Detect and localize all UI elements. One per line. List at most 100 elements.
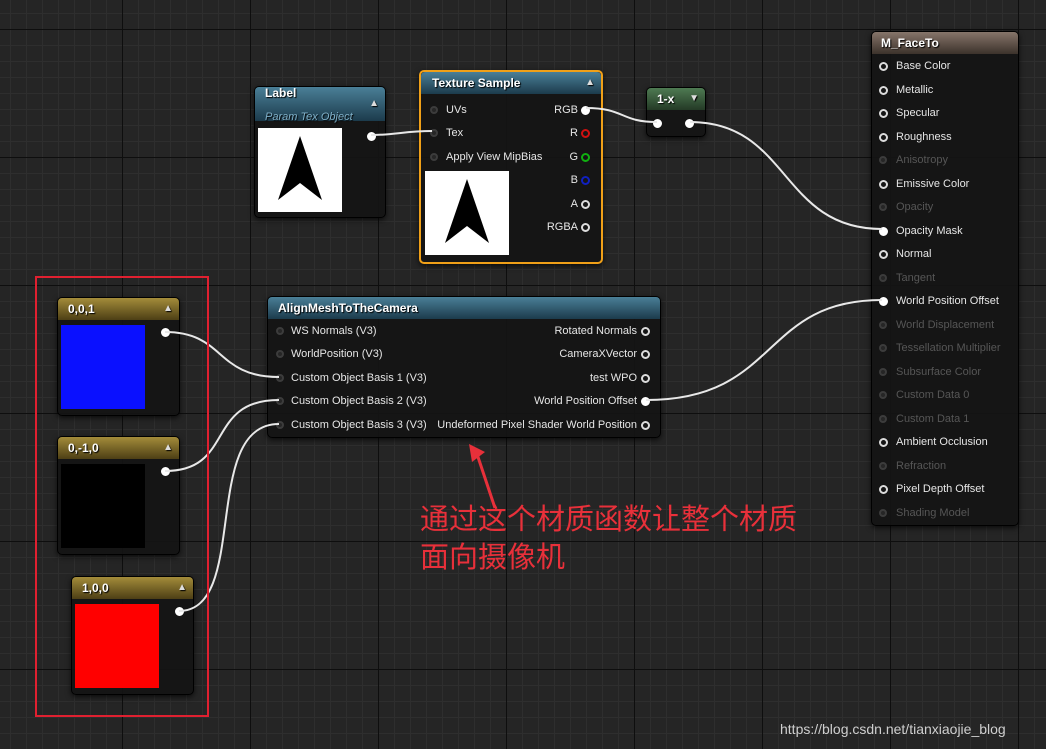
- basis3-input-pin[interactable]: [276, 421, 284, 429]
- align-mesh-node[interactable]: AlignMeshToTheCamera WS Normals (V3) Wor…: [267, 296, 661, 438]
- material-input-pin[interactable]: [879, 250, 888, 259]
- label-node[interactable]: Label Param Tex Object ▲: [254, 86, 386, 218]
- one-minus-node[interactable]: 1-x ▼: [646, 87, 706, 137]
- rotated-normals-output-label: Rotated Normals: [554, 325, 637, 337]
- material-input-label: Metallic: [896, 83, 934, 96]
- b-output-label: B: [570, 174, 578, 186]
- basis1-input-pin[interactable]: [276, 374, 284, 382]
- wpo-output-label: World Position Offset: [534, 395, 637, 407]
- b-output-pin[interactable]: [581, 176, 590, 185]
- tex-input-label: Tex: [446, 127, 464, 139]
- ws-normals-input-pin[interactable]: [276, 327, 284, 335]
- camera-x-vector-output-pin[interactable]: [641, 350, 650, 359]
- material-input-pin[interactable]: [879, 344, 887, 352]
- camera-x-vector-output-label: CameraXVector: [559, 348, 637, 360]
- align-mesh-title: AlignMeshToTheCamera: [278, 301, 418, 315]
- undeformed-output-pin[interactable]: [641, 421, 650, 430]
- annotation-line-2: 面向摄像机: [420, 540, 566, 574]
- texture-sample-header: Texture Sample ▲: [421, 72, 601, 94]
- rgba-output-pin[interactable]: [581, 223, 590, 232]
- one-minus-header: 1-x ▼: [647, 88, 705, 110]
- uvs-input-pin[interactable]: [430, 106, 438, 114]
- label-node-subtitle: Param Tex Object: [265, 111, 353, 123]
- basis1-input-label: Custom Object Basis 1 (V3): [291, 372, 427, 384]
- material-input-pin[interactable]: [879, 179, 888, 189]
- material-input-pin[interactable]: [879, 226, 888, 236]
- wire-oneminus-to-opacity-mask: [689, 121, 883, 230]
- material-input-label: Tangent: [896, 271, 936, 284]
- world-position-input-pin[interactable]: [276, 350, 284, 358]
- material-input-pin[interactable]: [879, 508, 887, 517]
- material-input-pin[interactable]: [879, 461, 887, 470]
- tex-input-pin[interactable]: [430, 129, 438, 137]
- texture-sample-title: Texture Sample: [432, 76, 521, 90]
- material-input-label: Shading Model: [896, 506, 970, 519]
- material-result-header: M_FaceTo: [872, 32, 1018, 54]
- a-output-pin[interactable]: [581, 200, 590, 209]
- arrow-shape-icon: [445, 179, 489, 243]
- highlight-box: [35, 276, 209, 717]
- material-input-pin[interactable]: [879, 85, 888, 95]
- rotated-normals-output-pin[interactable]: [641, 327, 650, 336]
- one-minus-input-pin[interactable]: [653, 119, 662, 128]
- collapse-arrow-icon[interactable]: ▲: [369, 93, 379, 115]
- one-minus-title: 1-x: [657, 92, 675, 106]
- collapse-arrow-icon[interactable]: ▲: [585, 72, 595, 94]
- basis2-input-pin[interactable]: [276, 397, 284, 405]
- mipbias-input-pin[interactable]: [430, 153, 438, 161]
- material-input-label: Ambient Occlusion: [896, 436, 988, 448]
- r-output-label: R: [570, 127, 578, 139]
- label-output-pin[interactable]: [367, 132, 376, 141]
- texture-sample-node[interactable]: Texture Sample ▲ UVs Tex Apply View MipB…: [419, 70, 603, 264]
- material-input-label: Normal: [896, 248, 932, 260]
- material-input-label: Roughness: [896, 130, 952, 143]
- rgb-output-pin[interactable]: [581, 106, 590, 115]
- r-output-pin[interactable]: [581, 129, 590, 138]
- rgb-output-label: RGB: [554, 104, 578, 116]
- world-position-input-label: WorldPosition (V3): [291, 348, 383, 360]
- material-input-pin[interactable]: [879, 273, 887, 282]
- material-input-pin[interactable]: [879, 320, 887, 329]
- wire-wpo-to-material: [645, 299, 883, 401]
- material-input-pin[interactable]: [879, 485, 888, 494]
- one-minus-output-pin[interactable]: [685, 119, 694, 128]
- material-input-pin[interactable]: [879, 414, 887, 423]
- material-input-pin[interactable]: [879, 438, 888, 447]
- undeformed-output-label: Undeformed Pixel Shader World Position: [437, 419, 637, 431]
- material-input-label: Emissive Color: [896, 177, 970, 190]
- material-input-pin[interactable]: [879, 297, 888, 306]
- material-input-pin[interactable]: [879, 62, 888, 71]
- align-mesh-header: AlignMeshToTheCamera: [268, 297, 660, 319]
- material-input-pin[interactable]: [879, 367, 887, 376]
- mipbias-input-label: Apply View MipBias: [446, 151, 543, 163]
- material-input-pin[interactable]: [879, 391, 887, 399]
- material-input-label: Subsurface Color: [896, 365, 981, 378]
- material-input-pin[interactable]: [879, 109, 888, 118]
- material-result-node[interactable]: M_FaceTo Base Color Metallic Specular Rough…: [871, 31, 1019, 526]
- material-input-label: Opacity: [896, 201, 934, 213]
- test-wpo-output-pin[interactable]: [641, 374, 650, 383]
- rgba-output-label: RGBA: [546, 221, 578, 233]
- label-node-header: Label Param Tex Object ▲: [255, 86, 385, 123]
- wpo-output-pin[interactable]: [641, 397, 650, 406]
- label-texture-preview: [258, 128, 342, 212]
- material-input-pin[interactable]: [879, 132, 888, 142]
- ws-normals-input-label: WS Normals (V3): [291, 325, 377, 337]
- material-input-pin[interactable]: [879, 203, 887, 211]
- material-input-label: World Position Offset: [896, 295, 999, 307]
- g-output-pin[interactable]: [581, 153, 590, 162]
- arrow-shape-icon: [278, 136, 322, 200]
- annotation-line-1: 通过这个材质函数让整个材质: [420, 502, 798, 536]
- material-input-pin[interactable]: [879, 156, 887, 164]
- collapse-arrow-icon[interactable]: ▼: [689, 88, 699, 110]
- texture-sample-preview: [425, 171, 509, 255]
- annotation-text: 通过这个材质函数让整个材质 面向摄像机: [420, 500, 797, 576]
- basis3-input-label: Custom Object Basis 3 (V3): [291, 419, 427, 431]
- material-input-label: Base Color: [896, 60, 951, 72]
- material-input-label: World Displacement: [896, 318, 995, 331]
- watermark-text: https://blog.csdn.net/tianxiaojie_blog: [780, 721, 1006, 737]
- label-node-title: Label: [265, 86, 297, 100]
- material-input-label: Refraction: [896, 459, 947, 472]
- material-input-label: Anisotropy: [896, 154, 948, 166]
- material-input-label: Custom Data 1: [896, 412, 970, 425]
